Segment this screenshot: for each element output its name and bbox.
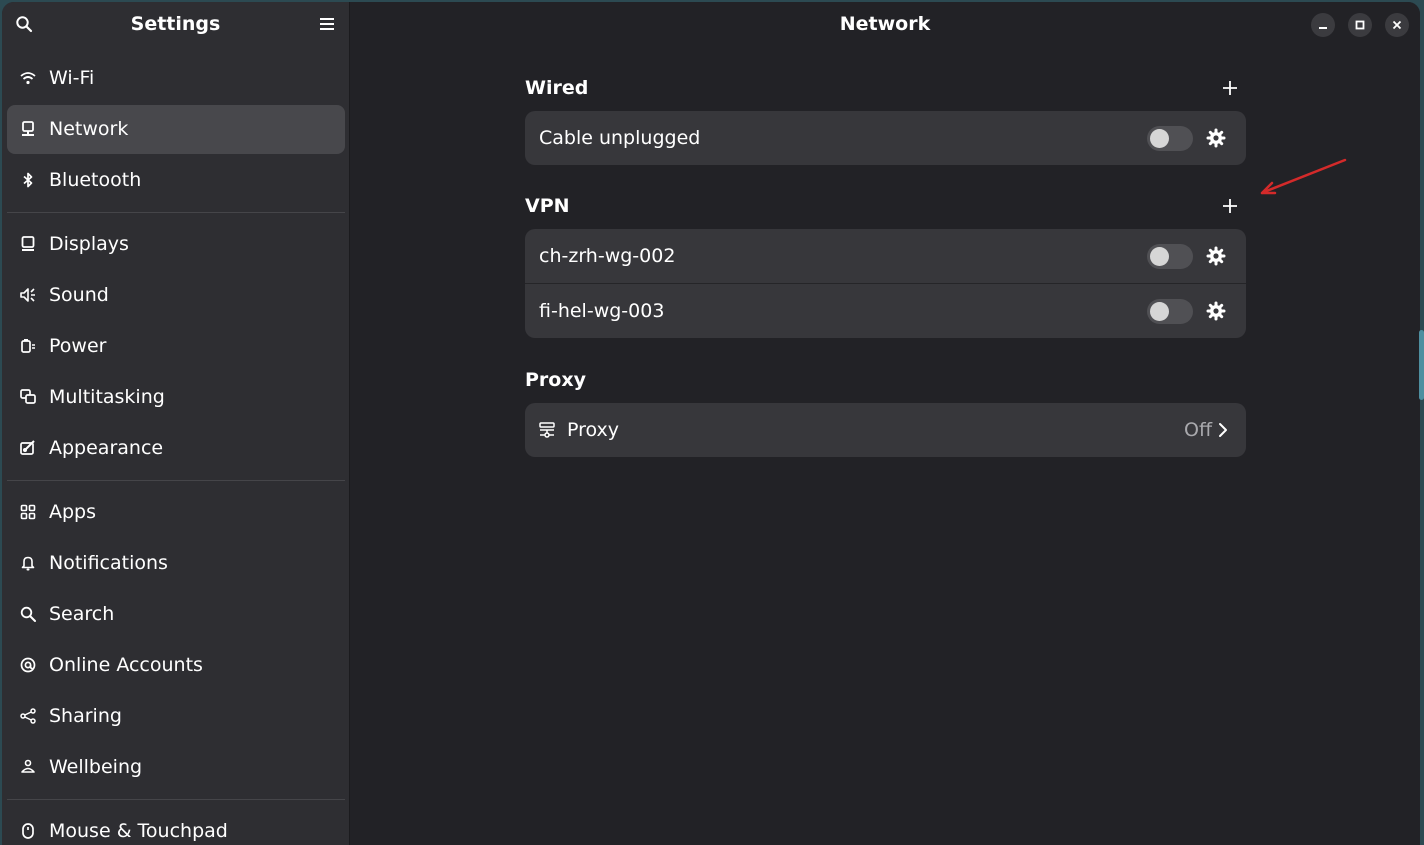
proxy-status: Off [1184, 419, 1213, 441]
share-icon [19, 707, 37, 725]
sidebar-item-label: Network [49, 118, 129, 140]
bluetooth-icon [19, 171, 37, 189]
wired-toggle[interactable] [1147, 126, 1193, 151]
proxy-section-title: Proxy [525, 369, 586, 391]
proxy-label: Proxy [567, 419, 620, 441]
speaker-icon [19, 286, 37, 304]
gear-icon [1206, 246, 1226, 266]
sidebar-item-multitasking[interactable]: Multitasking [7, 373, 345, 422]
gear-icon [1206, 301, 1226, 321]
apps-grid-icon [19, 503, 37, 521]
vpn-connection-row: fi-hel-wg-003 [525, 284, 1246, 338]
connection-name: fi-hel-wg-003 [539, 300, 665, 322]
close-icon [1392, 20, 1402, 30]
wifi-icon [19, 69, 37, 87]
sidebar-item-label: Notifications [49, 552, 168, 574]
sidebar-item-appearance[interactable]: Appearance [7, 424, 345, 473]
maximize-icon [1355, 20, 1365, 30]
sidebar-item-label: Sharing [49, 705, 122, 727]
appearance-icon [19, 439, 37, 457]
sidebar-item-wellbeing[interactable]: Wellbeing [7, 743, 345, 792]
sidebar-item-label: Sound [49, 284, 109, 306]
sidebar-item-power[interactable]: Power [7, 322, 345, 371]
search-icon [19, 605, 37, 623]
sidebar-separator [7, 212, 345, 213]
vpn-section-title: VPN [525, 195, 570, 217]
page-title: Network [839, 13, 931, 35]
wired-card: Cable unplugged [525, 111, 1246, 165]
plus-icon [1223, 81, 1237, 95]
sidebar-title: Settings [130, 13, 221, 35]
settings-window: Settings Wi-Fi Network Bluetooth Display… [2, 2, 1420, 845]
wired-settings-button[interactable] [1205, 127, 1227, 149]
vpn-toggle[interactable] [1147, 299, 1193, 324]
main-menu-button[interactable] [310, 7, 344, 41]
proxy-card: Proxy Off [525, 403, 1246, 457]
toggle-knob [1150, 247, 1169, 266]
close-button[interactable] [1385, 13, 1409, 37]
annotation-arrow-icon [1260, 158, 1347, 195]
sidebar-item-label: Apps [49, 501, 97, 523]
sidebar-item-bluetooth[interactable]: Bluetooth [7, 156, 345, 205]
maximize-button[interactable] [1348, 13, 1372, 37]
vpn-settings-button[interactable] [1205, 245, 1227, 267]
multitasking-icon [19, 388, 37, 406]
sidebar-separator [7, 799, 345, 800]
add-wired-button[interactable] [1216, 74, 1244, 102]
sidebar-item-label: Wellbeing [49, 756, 143, 778]
sidebar-item-label: Power [49, 335, 107, 357]
power-icon [19, 337, 37, 355]
connection-name: Cable unplugged [539, 127, 701, 149]
sidebar-item-online-accounts[interactable]: Online Accounts [7, 641, 345, 690]
toggle-knob [1150, 302, 1169, 321]
desktop-edge [1419, 330, 1424, 400]
content-pane: Network Wired Cable unplugged VPN ch-zrh… [350, 2, 1420, 845]
sidebar-item-network[interactable]: Network [7, 105, 345, 154]
sidebar-item-displays[interactable]: Displays [7, 220, 345, 269]
at-sign-icon [19, 656, 37, 674]
chevron-right-icon [1219, 423, 1227, 437]
sidebar: Settings Wi-Fi Network Bluetooth Display… [2, 2, 350, 845]
sidebar-header: Settings [2, 2, 349, 46]
sidebar-item-search[interactable]: Search [7, 590, 345, 639]
display-icon [19, 235, 37, 253]
gear-icon [1206, 128, 1226, 148]
minimize-icon [1319, 27, 1327, 29]
mouse-icon [19, 822, 37, 840]
network-icon [19, 120, 37, 138]
sidebar-item-sound[interactable]: Sound [7, 271, 345, 320]
sidebar-item-label: Online Accounts [49, 654, 203, 676]
add-vpn-button[interactable] [1216, 192, 1244, 220]
sidebar-item-label: Search [49, 603, 115, 625]
wellbeing-icon [19, 758, 37, 776]
connection-name: ch-zrh-wg-002 [539, 245, 676, 267]
sidebar-item-sharing[interactable]: Sharing [7, 692, 345, 741]
hamburger-menu-icon [320, 18, 334, 30]
sidebar-item-notifications[interactable]: Notifications [7, 539, 345, 588]
wired-section-title: Wired [525, 77, 589, 99]
vpn-connection-row: ch-zrh-wg-002 [525, 229, 1246, 283]
sidebar-item-label: Wi-Fi [49, 67, 95, 89]
vpn-toggle[interactable] [1147, 244, 1193, 269]
vpn-card: ch-zrh-wg-002 fi-hel-wg-003 [525, 229, 1246, 338]
wired-connection-row: Cable unplugged [525, 111, 1246, 165]
minimize-button[interactable] [1311, 13, 1335, 37]
plus-icon [1223, 199, 1237, 213]
proxy-icon [539, 422, 555, 438]
bell-icon [19, 554, 37, 572]
vpn-settings-button[interactable] [1205, 300, 1227, 322]
sidebar-item-label: Mouse & Touchpad [49, 820, 228, 842]
toggle-knob [1150, 129, 1169, 148]
proxy-row[interactable]: Proxy Off [525, 403, 1246, 457]
sidebar-item-mouse-touchpad[interactable]: Mouse & Touchpad [7, 807, 345, 845]
sidebar-item-label: Multitasking [49, 386, 165, 408]
sidebar-item-apps[interactable]: Apps [7, 488, 345, 537]
sidebar-separator [7, 480, 345, 481]
sidebar-item-wifi[interactable]: Wi-Fi [7, 54, 345, 103]
sidebar-item-label: Displays [49, 233, 129, 255]
sidebar-item-label: Appearance [49, 437, 164, 459]
sidebar-item-label: Bluetooth [49, 169, 142, 191]
